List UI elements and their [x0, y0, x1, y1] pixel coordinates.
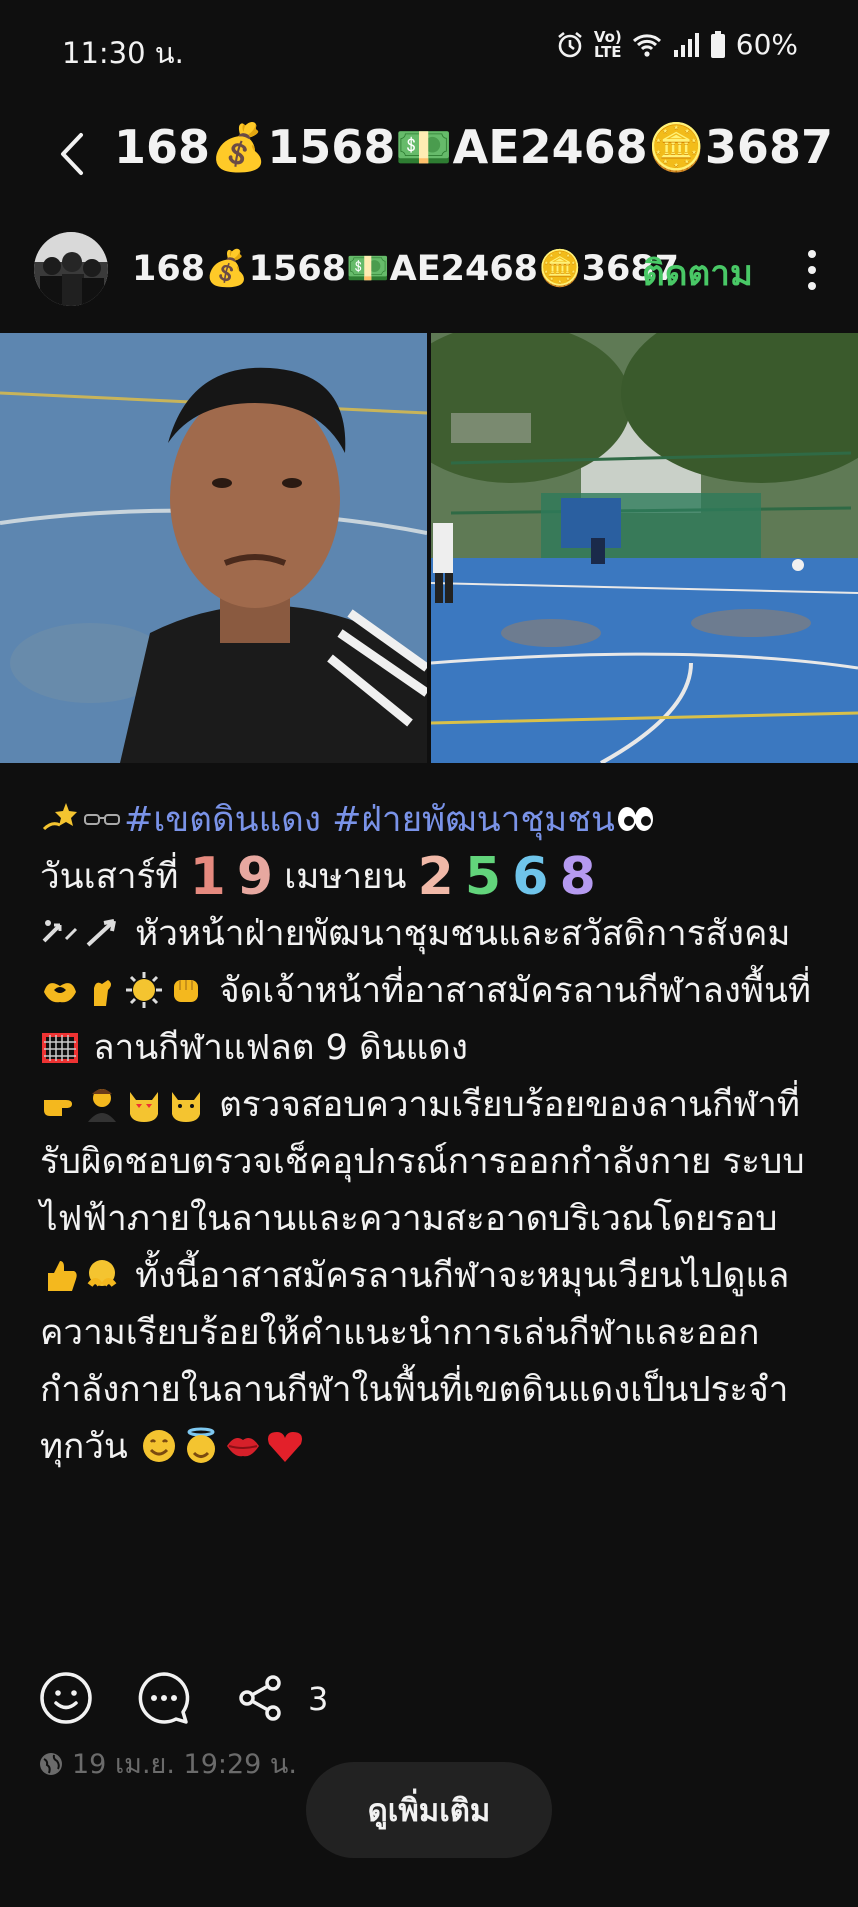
year-digit-4: 8 [559, 847, 596, 907]
finger-heart-icon [94, 980, 111, 1006]
staff-text: จัดเจ้าหน้าที่อาสาสมัครลานกีฬาลงพื้นที่ [219, 971, 811, 1011]
more-options-button[interactable] [790, 240, 834, 300]
date-prefix: วันเสาร์ที่ [40, 857, 179, 897]
photo-selfie[interactable] [0, 333, 427, 763]
person-icon [88, 1089, 116, 1122]
share-button[interactable] [230, 1668, 290, 1728]
comment-button[interactable] [134, 1668, 194, 1728]
follow-button[interactable]: ติดตาม [642, 246, 753, 301]
chevron-left-icon [61, 133, 83, 175]
author-row: 168💰1568💵AE2468🪙3687 ติดตาม [0, 222, 858, 322]
year-digit-2: 5 [464, 847, 502, 907]
globe-icon [40, 1752, 62, 1775]
post-timestamp: 19 เม.ย. 19:29 น. [38, 1742, 297, 1785]
sun-face-icon [126, 972, 162, 1008]
hashtags[interactable]: #เขตดินแดง #ฝ่ายพัฒนาชุมชน [124, 800, 615, 840]
heart-hands-icon [44, 983, 76, 1003]
timestamp-text: 19 เม.ย. 19:29 น. [72, 1749, 297, 1780]
pointing-hand-icon [44, 1100, 72, 1116]
page-title: 168💰1568💵AE2468🪙3687 [114, 120, 833, 174]
wifi-icon [632, 33, 661, 57]
eyes-icon [617, 807, 653, 831]
halo-face-icon [186, 1427, 215, 1463]
more-dot-icon [808, 250, 816, 258]
app-header: 168💰1568💵AE2468🪙3687 [0, 100, 858, 210]
dizzy-star-icon [42, 803, 77, 831]
author-name[interactable]: 168💰1568💵AE2468🪙3687 [132, 248, 679, 289]
volte-icon: Vo) LTE [593, 27, 622, 61]
place-text: ลานกีฬาแฟลต 9 ดินแดง [93, 1028, 469, 1068]
react-button[interactable] [36, 1668, 96, 1728]
photo-court[interactable] [431, 333, 858, 763]
head-line: หัวหน้าฝ่ายพัฒนาชุมชนและสวัสดิการสังคม [40, 906, 820, 963]
sparkle-arrow-icon [42, 920, 78, 943]
date-line: วันเสาร์ที่ 1 9 เมษายน 2 5 6 8 [40, 849, 820, 906]
post-photos [0, 333, 858, 763]
day-digit-1: 1 [189, 847, 226, 907]
alarm-icon [558, 31, 582, 57]
status-icons: Vo) LTE 60% [556, 28, 798, 61]
status-time: 11:30 น. [62, 36, 184, 70]
battery-icon [710, 30, 725, 58]
check-line: ตรวจสอบความเรียบร้อยของลานกีฬาที่รับผิดช… [40, 1077, 820, 1248]
goal-net-icon [42, 1033, 78, 1063]
more-dot-icon [808, 266, 816, 274]
smiling-face-icon [142, 1430, 175, 1462]
lips-icon [226, 1438, 259, 1457]
comment-icon [138, 1672, 190, 1724]
hashtag-line: #เขตดินแดง #ฝ่ายพัฒนาชุมชน [40, 792, 820, 849]
post-body: #เขตดินแดง #ฝ่ายพัฒนาชุมชน วันเสาร์ที่ 1… [40, 792, 820, 1476]
heart-icon [267, 1432, 302, 1462]
share-count: 3 [308, 1680, 329, 1718]
arrow-icon [86, 919, 116, 947]
status-bar: 11:30 น. Vo) LTE 60% [0, 0, 858, 96]
cat-face-icon [172, 1092, 200, 1122]
place-line: ลานกีฬาแฟลต 9 ดินแดง [40, 1020, 820, 1077]
smiley-icon [40, 1672, 92, 1724]
glasses-icon [84, 814, 120, 825]
hugging-face-icon [87, 1260, 117, 1287]
rotate-line: ทั้งนี้อาสาสมัครลานกีฬาจะหมุนเวียนไปดูแล… [40, 1248, 820, 1476]
day-digit-2: 9 [236, 847, 274, 907]
thumbs-up-icon [48, 1261, 77, 1291]
fist-icon [174, 980, 198, 1002]
signal-icon [673, 32, 699, 57]
head-text: หัวหน้าฝ่ายพัฒนาชุมชนและสวัสดิการสังคม [135, 914, 791, 954]
back-button[interactable] [36, 118, 108, 190]
share-icon [239, 1675, 281, 1721]
heart-eyes-cat-icon [130, 1092, 158, 1122]
date-month: เมษายน [284, 857, 407, 897]
year-digit-3: 6 [512, 847, 549, 907]
post-actions: 3 [0, 1660, 858, 1740]
battery-percent: 60% [735, 28, 798, 61]
staff-line: จัดเจ้าหน้าที่อาสาสมัครลานกีฬาลงพื้นที่ [40, 963, 820, 1020]
see-more-button[interactable]: ดูเพิ่มเติม [306, 1762, 552, 1858]
avatar[interactable] [34, 232, 108, 306]
more-dot-icon [808, 282, 816, 290]
year-digit-1: 2 [417, 847, 454, 907]
